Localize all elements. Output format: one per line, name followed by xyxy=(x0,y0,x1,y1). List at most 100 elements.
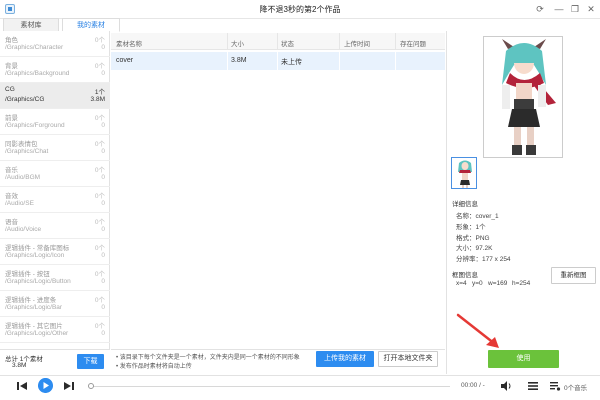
category-item[interactable]: CG/Graphics/CG 1个 3.8M xyxy=(0,83,110,109)
category-name: 逻辑插件 - 按钮 xyxy=(5,271,50,278)
category-path: /Graphics/Chat xyxy=(5,148,49,155)
category-item[interactable]: 语音/Audio/Voice 0个 0 xyxy=(0,213,110,239)
previous-track-icon[interactable] xyxy=(16,380,28,392)
category-name: 前景 xyxy=(5,115,18,122)
category-path: /Audio/BGM xyxy=(5,174,41,181)
category-item[interactable]: 同影表情包/Graphics/Chat 0个 0 xyxy=(0,135,110,161)
category-name: 音乐 xyxy=(5,167,18,174)
category-count: 0个 xyxy=(94,193,105,200)
refresh-icon[interactable]: ⟳ xyxy=(534,3,546,15)
use-button[interactable]: 使用 xyxy=(488,350,559,368)
category-count: 0个 xyxy=(94,323,105,330)
table-row[interactable]: cover 3.8M 未上传 xyxy=(111,52,445,70)
category-item[interactable]: 背景/Graphics/Background 0个 0 xyxy=(0,57,110,83)
col-header-status[interactable]: 状态 xyxy=(281,38,294,48)
category-item[interactable]: 音乐/Audio/BGM 0个 0 xyxy=(0,161,110,187)
category-name: 背景 xyxy=(5,63,18,70)
loop-mode-icon[interactable] xyxy=(527,380,539,392)
category-count: 1个 xyxy=(94,89,105,96)
minimize-icon[interactable]: — xyxy=(553,3,565,15)
category-size: 0 xyxy=(101,122,105,129)
category-path: /Graphics/Logic/Icon xyxy=(5,252,65,259)
details-title: 详细信息 xyxy=(452,201,478,208)
category-path: /Audio/SE xyxy=(5,200,34,207)
category-size: 3.8M xyxy=(90,96,105,103)
time-display: 00:00 / - xyxy=(461,382,485,389)
category-name: 语音 xyxy=(5,219,18,226)
progress-handle[interactable] xyxy=(88,383,94,389)
category-name: 逻辑插件 - 其它图片 xyxy=(5,323,63,330)
col-header-name[interactable]: 素材名称 xyxy=(116,38,142,48)
category-name: 逻辑插件 - 常备库图标 xyxy=(5,245,70,252)
category-count: 0个 xyxy=(94,37,105,44)
category-item[interactable]: 逻辑插件 - 常备库图标/Graphics/Logic/Icon 0个 0 xyxy=(0,239,110,265)
tab-my-materials[interactable]: 我的素材 xyxy=(62,18,120,32)
category-name: 同影表情包 xyxy=(5,141,38,148)
category-size: 0 xyxy=(101,330,105,337)
table-header: 素材名称 大小 状态 上传时间 存在问题 xyxy=(111,33,445,50)
category-path: /Graphics/Background xyxy=(5,70,70,77)
category-item[interactable]: 角色/Graphics/Character 0个 0 xyxy=(0,31,110,57)
category-name: 角色 xyxy=(5,37,18,44)
category-size: 0 xyxy=(101,252,105,259)
col-header-size[interactable]: 大小 xyxy=(231,38,244,48)
category-count: 0个 xyxy=(94,167,105,174)
category-path: /Graphics/Logic/Button xyxy=(5,278,71,285)
category-name: 音效 xyxy=(5,193,18,200)
play-icon[interactable] xyxy=(38,378,53,393)
category-size: 0 xyxy=(101,70,105,77)
recrop-button[interactable]: 重新框图 xyxy=(551,267,596,284)
category-name: 逻辑插件 - 进度条 xyxy=(5,297,57,304)
detail-format: 格式：PNG xyxy=(456,235,490,242)
category-path: /Graphics/Character xyxy=(5,44,64,51)
upload-my-materials-button[interactable]: 上传我的素材 xyxy=(316,351,374,367)
window-title: 降不退3秒的第2个作品 xyxy=(259,5,341,14)
notice-text-2: • 发布作品时素材将自动上传 xyxy=(116,364,192,370)
col-header-issues[interactable]: 存在问题 xyxy=(400,38,426,48)
detail-form: 形象：1个 xyxy=(456,224,486,231)
category-count: 0个 xyxy=(94,271,105,278)
tab-library[interactable]: 素材库 xyxy=(3,18,59,32)
category-count: 0个 xyxy=(94,219,105,226)
notice-text-1: • 该目录下每个文件夹是一个素材，文件夹内是同一个素材的不同形象 xyxy=(116,355,300,361)
category-count: 0个 xyxy=(94,115,105,122)
detail-size: 大小：97.2K xyxy=(456,245,493,252)
cell-name: cover xyxy=(116,57,134,64)
crop-y: y=0 xyxy=(472,280,483,287)
col-header-upload-time[interactable]: 上传时间 xyxy=(344,38,370,48)
red-arrow-annotation xyxy=(456,313,499,348)
category-item[interactable]: 前景/Graphics/Forground 0个 0 xyxy=(0,109,110,135)
image-thumbnail[interactable] xyxy=(451,157,477,189)
category-count: 0个 xyxy=(94,141,105,148)
category-name: CG xyxy=(5,86,15,93)
maximize-icon[interactable]: ❐ xyxy=(569,3,581,15)
detail-name: 名称：cover_1 xyxy=(456,213,499,220)
category-path: /Graphics/Forground xyxy=(5,122,65,129)
category-item[interactable]: 逻辑插件 - 其它图片/Graphics/Logic/Other 0个 0 xyxy=(0,317,110,343)
open-local-folder-button[interactable]: 打开本地文件夹 xyxy=(378,351,438,367)
category-path: /Graphics/CG xyxy=(5,96,45,103)
crop-h: h=254 xyxy=(512,280,531,287)
preview-image xyxy=(483,36,563,158)
playlist-icon[interactable] xyxy=(549,380,561,392)
category-size: 0 xyxy=(101,226,105,233)
category-size: 0 xyxy=(101,304,105,311)
category-count: 0个 xyxy=(94,245,105,252)
category-size: 0 xyxy=(101,278,105,285)
category-size: 0 xyxy=(101,44,105,51)
category-item[interactable]: 逻辑插件 - 按钮/Graphics/Logic/Button 0个 0 xyxy=(0,265,110,291)
cell-status: 未上传 xyxy=(281,59,302,66)
cell-size: 3.8M xyxy=(231,57,247,64)
close-icon[interactable]: ✕ xyxy=(585,3,597,15)
detail-resolution: 分辨率：177 x 254 xyxy=(456,256,511,263)
download-button[interactable]: 下载 xyxy=(77,354,104,369)
volume-icon[interactable] xyxy=(500,380,512,392)
next-track-icon[interactable] xyxy=(63,380,75,392)
category-item[interactable]: 逻辑插件 - 进度条/Graphics/Logic/Bar 0个 0 xyxy=(0,291,110,317)
category-item[interactable]: 音效/Audio/SE 0个 0 xyxy=(0,187,110,213)
music-count-label: 0个音乐 xyxy=(564,385,588,392)
category-size: 0 xyxy=(101,148,105,155)
progress-bar[interactable] xyxy=(90,386,450,387)
category-size: 0 xyxy=(101,200,105,207)
category-count: 0个 xyxy=(94,63,105,70)
